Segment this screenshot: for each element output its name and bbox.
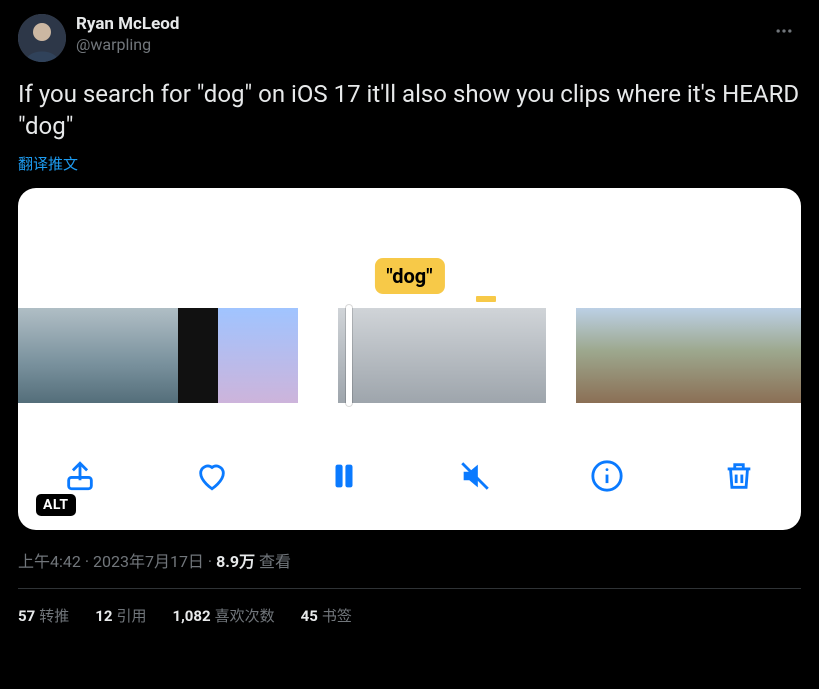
video-thumb — [720, 308, 768, 403]
more-button[interactable] — [767, 14, 801, 48]
likes-stat[interactable]: 1,082 喜欢次数 — [172, 605, 274, 626]
meta-separator: · — [81, 552, 93, 571]
video-thumb — [624, 308, 672, 403]
video-thumb — [58, 308, 98, 403]
video-thumb — [18, 308, 58, 403]
video-thumb — [672, 308, 720, 403]
retweets-label: 转推 — [39, 607, 69, 625]
media-card[interactable]: "dog" — [18, 188, 801, 530]
filmstrip — [18, 308, 801, 403]
video-thumb — [138, 308, 178, 403]
likes-label: 喜欢次数 — [215, 607, 275, 625]
search-term-badge: "dog" — [374, 258, 444, 294]
bookmarks-stat[interactable]: 45书签 — [301, 605, 352, 626]
tweet-time[interactable]: 上午4:42 — [18, 552, 81, 571]
tweet-meta: 上午4:42 · 2023年7月17日 · 8.9万 查看 — [18, 548, 801, 572]
avatar[interactable] — [18, 14, 66, 62]
video-thumb — [258, 308, 298, 403]
tweet-header: Ryan McLeod @warpling — [18, 14, 801, 62]
quotes-label: 引用 — [116, 607, 146, 625]
likes-count: 1,082 — [172, 607, 210, 625]
trash-icon[interactable] — [717, 454, 761, 498]
tweet-container: Ryan McLeod @warpling If you search for … — [0, 0, 819, 640]
video-thumb — [576, 308, 624, 403]
meta-separator: · — [204, 552, 216, 571]
bookmarks-count: 45 — [301, 607, 318, 625]
clip-group[interactable] — [576, 308, 801, 403]
tweet-text: If you search for "dog" on iOS 17 it'll … — [18, 78, 801, 143]
divider — [18, 588, 801, 589]
alt-badge[interactable]: ALT — [36, 494, 76, 516]
video-thumb — [218, 308, 258, 403]
media-inner: "dog" — [18, 188, 801, 530]
video-thumb — [442, 308, 494, 403]
info-icon[interactable] — [585, 454, 629, 498]
user-handle[interactable]: @warpling — [76, 35, 179, 55]
video-thumb — [494, 308, 546, 403]
video-thumb — [768, 308, 801, 403]
display-name[interactable]: Ryan McLeod — [76, 14, 179, 35]
playhead-marker — [476, 296, 496, 302]
video-thumb — [390, 308, 442, 403]
pause-icon[interactable] — [322, 454, 366, 498]
retweets-stat[interactable]: 57转推 — [18, 605, 69, 626]
retweets-count: 57 — [18, 607, 35, 625]
video-thumb — [178, 308, 218, 403]
tweet-date[interactable]: 2023年7月17日 — [93, 552, 204, 571]
clip-group[interactable] — [18, 308, 298, 403]
views-count: 8.9万 — [216, 552, 255, 571]
quotes-count: 12 — [95, 607, 112, 625]
stats-row: 57转推 12引用 1,082 喜欢次数 45书签 — [18, 605, 801, 626]
views-label: 查看 — [255, 552, 291, 571]
bookmarks-label: 书签 — [322, 607, 352, 625]
heart-icon[interactable] — [190, 454, 234, 498]
clip-group[interactable] — [338, 308, 546, 403]
mute-icon[interactable] — [453, 454, 497, 498]
translate-link[interactable]: 翻译推文 — [18, 153, 78, 174]
playhead[interactable] — [346, 305, 352, 406]
media-controls — [18, 454, 801, 498]
user-block: Ryan McLeod @warpling — [76, 14, 179, 55]
video-thumb — [98, 308, 138, 403]
share-icon[interactable] — [58, 454, 102, 498]
quotes-stat[interactable]: 12引用 — [95, 605, 146, 626]
